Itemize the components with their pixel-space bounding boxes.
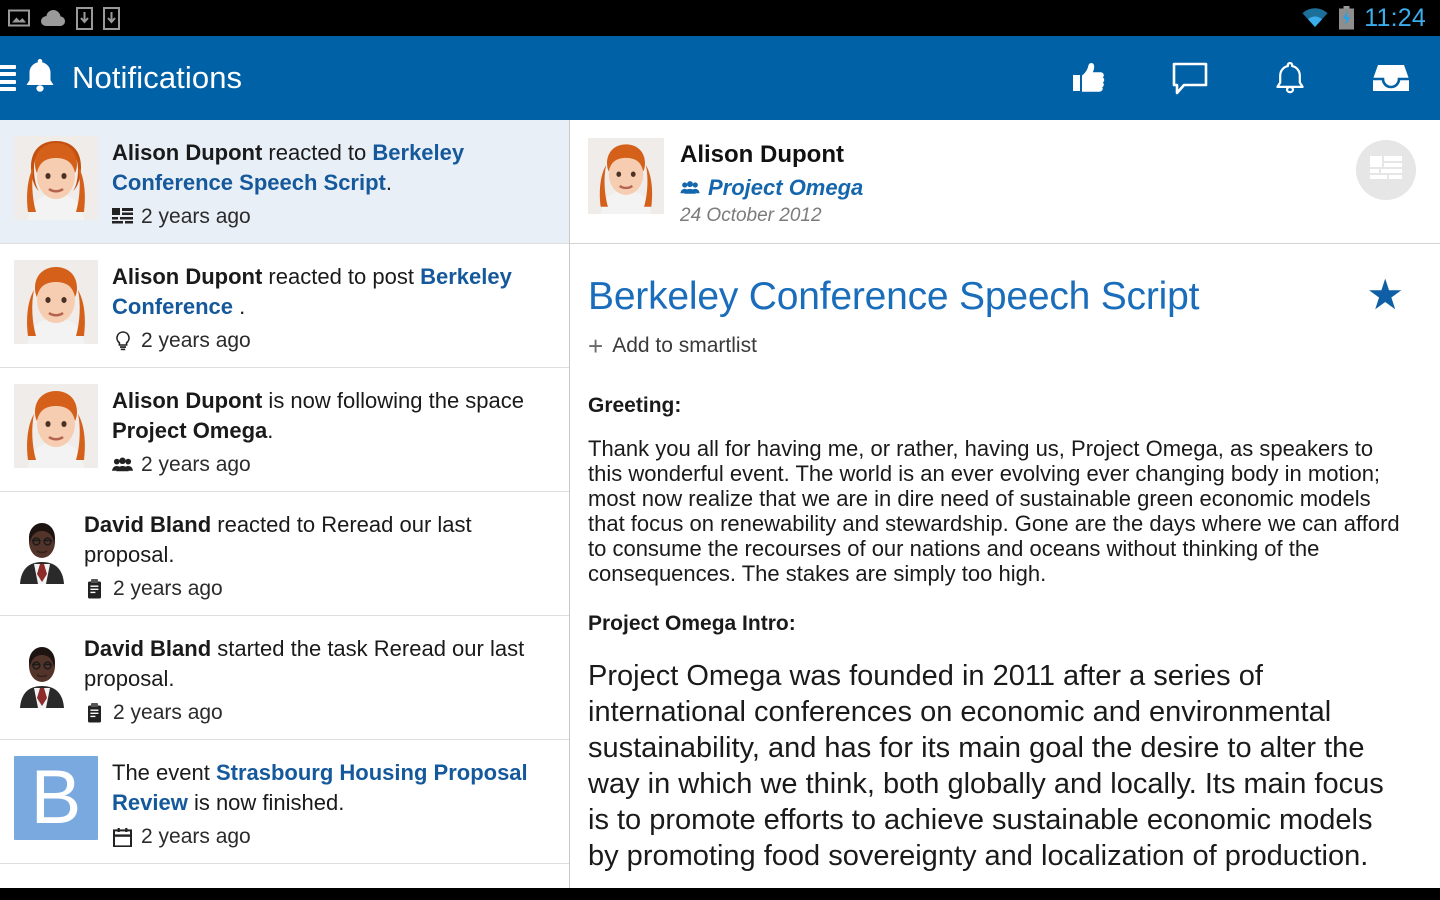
list-item[interactable]: Alison Dupont reacted to Berkeley Confer… xyxy=(0,120,569,244)
list-item-meta: 2 years ago xyxy=(84,577,551,601)
list-item-meta: 2 years ago xyxy=(112,825,551,849)
detail-space-label: Project Omega xyxy=(708,175,864,200)
main-content: Alison Dupont reacted to Berkeley Confer… xyxy=(0,120,1440,888)
list-item-time: 2 years ago xyxy=(113,701,223,724)
avatar xyxy=(14,384,98,468)
page-title: Notifications xyxy=(72,60,243,95)
star-filled-icon[interactable]: ★ xyxy=(1366,274,1404,316)
status-bar: 11:24 xyxy=(0,0,1440,36)
list-item-meta: 2 years ago xyxy=(112,205,551,229)
doc-title: Berkeley Conference Speech Script xyxy=(588,275,1200,318)
list-item-body: David Bland started the task Reread our … xyxy=(84,632,551,725)
list-item-time: 2 years ago xyxy=(141,329,251,352)
list-item-body: David Bland reacted to Reread our last p… xyxy=(84,508,551,601)
android-navigation-bar xyxy=(0,888,1440,900)
list-item-text: David Bland reacted to Reread our last p… xyxy=(84,512,472,567)
image-icon xyxy=(8,7,30,29)
idea-bulb-icon xyxy=(112,331,133,351)
list-item-body: The event Strasbourg Housing Proposal Re… xyxy=(112,756,551,849)
inbox-icon[interactable] xyxy=(1370,58,1412,98)
list-item-body: Alison Dupont reacted to Berkeley Confer… xyxy=(112,136,551,229)
article-icon xyxy=(112,208,133,226)
detail-body: Berkeley Conference Speech Script ★ + Ad… xyxy=(570,244,1440,888)
detail-pane: Alison Dupont Project Omega 24 October 2… xyxy=(570,120,1440,888)
avatar xyxy=(14,636,70,708)
detail-space[interactable]: Project Omega xyxy=(680,174,863,202)
task-clipboard-icon xyxy=(84,579,105,599)
bell-icon xyxy=(22,57,58,100)
list-item[interactable]: Alison Dupont reacted to post Berkeley C… xyxy=(0,244,569,368)
list-item[interactable]: David Bland reacted to Reread our last p… xyxy=(0,492,569,616)
section-heading: Project Omega Intro: xyxy=(588,612,796,635)
list-item[interactable]: Alison Dupont is now following the space… xyxy=(0,368,569,492)
detail-author-block: Alison Dupont Project Omega 24 October 2… xyxy=(680,138,863,227)
download-icon xyxy=(103,6,120,30)
list-item-text: Alison Dupont reacted to post Berkeley C… xyxy=(112,264,512,319)
status-bar-clock: 11:24 xyxy=(1364,3,1426,32)
cloud-upload-icon xyxy=(40,8,66,28)
list-item-time: 2 years ago xyxy=(141,205,251,228)
battery-charging-icon xyxy=(1338,6,1355,30)
list-item-time: 2 years ago xyxy=(113,577,223,600)
app-bar-brand: Notifications xyxy=(22,57,242,100)
list-item-text: David Bland started the task Reread our … xyxy=(84,636,525,691)
section-paragraph: Thank you all for having me, or rather, … xyxy=(588,436,1400,586)
hamburger-icon[interactable] xyxy=(0,65,16,91)
list-item-meta: 2 years ago xyxy=(84,701,551,725)
thumbs-up-icon[interactable] xyxy=(1070,58,1110,98)
add-to-smartlist-button[interactable]: + Add to smartlist xyxy=(588,331,1404,361)
detail-header: Alison Dupont Project Omega 24 October 2… xyxy=(570,120,1440,244)
download-icon xyxy=(76,6,93,30)
section-heading: Greeting: xyxy=(588,394,682,417)
doc-content: Greeting: Thank you all for having me, o… xyxy=(588,394,1404,888)
list-item-body: Alison Dupont is now following the space… xyxy=(112,384,551,477)
comment-bubble-icon[interactable] xyxy=(1170,58,1210,98)
avatar: B xyxy=(14,756,98,840)
calendar-icon xyxy=(112,827,133,847)
doc-title-row: Berkeley Conference Speech Script ★ xyxy=(588,274,1404,320)
avatar xyxy=(588,138,664,214)
avatar xyxy=(14,136,98,220)
app-bar: Notifications xyxy=(0,36,1440,120)
detail-author: Alison Dupont xyxy=(680,141,844,168)
list-item-body: Alison Dupont reacted to post Berkeley C… xyxy=(112,260,551,353)
list-item-text: The event Strasbourg Housing Proposal Re… xyxy=(112,760,528,815)
list-item-meta: 2 years ago xyxy=(112,453,551,477)
list-item[interactable]: B The event Strasbourg Housing Proposal … xyxy=(0,740,569,864)
app-bar-actions xyxy=(1070,58,1412,98)
notification-list[interactable]: Alison Dupont reacted to Berkeley Confer… xyxy=(0,120,570,888)
list-item-text: Alison Dupont reacted to Berkeley Confer… xyxy=(112,140,465,195)
avatar xyxy=(14,512,70,584)
status-bar-system-icons: 11:24 xyxy=(1301,4,1426,33)
bell-outline-icon[interactable] xyxy=(1270,58,1310,98)
add-to-smartlist-label: Add to smartlist xyxy=(612,334,757,357)
list-item-time: 2 years ago xyxy=(141,453,251,476)
task-clipboard-icon xyxy=(84,703,105,723)
plus-icon: + xyxy=(588,331,604,361)
group-icon xyxy=(680,174,700,202)
detail-date: 24 October 2012 xyxy=(680,205,822,226)
section-paragraph: Project Omega was founded in 2011 after … xyxy=(588,660,1384,872)
wifi-icon xyxy=(1301,7,1329,29)
list-item-text: Alison Dupont is now following the space… xyxy=(112,388,525,443)
group-icon xyxy=(112,457,133,473)
avatar xyxy=(14,260,98,344)
article-icon xyxy=(1356,140,1416,200)
list-item-time: 2 years ago xyxy=(141,825,251,848)
status-bar-notification-icons xyxy=(8,6,120,30)
list-item-meta: 2 years ago xyxy=(112,329,551,353)
avatar-letter: B xyxy=(30,756,82,840)
list-item[interactable]: David Bland started the task Reread our … xyxy=(0,616,569,740)
